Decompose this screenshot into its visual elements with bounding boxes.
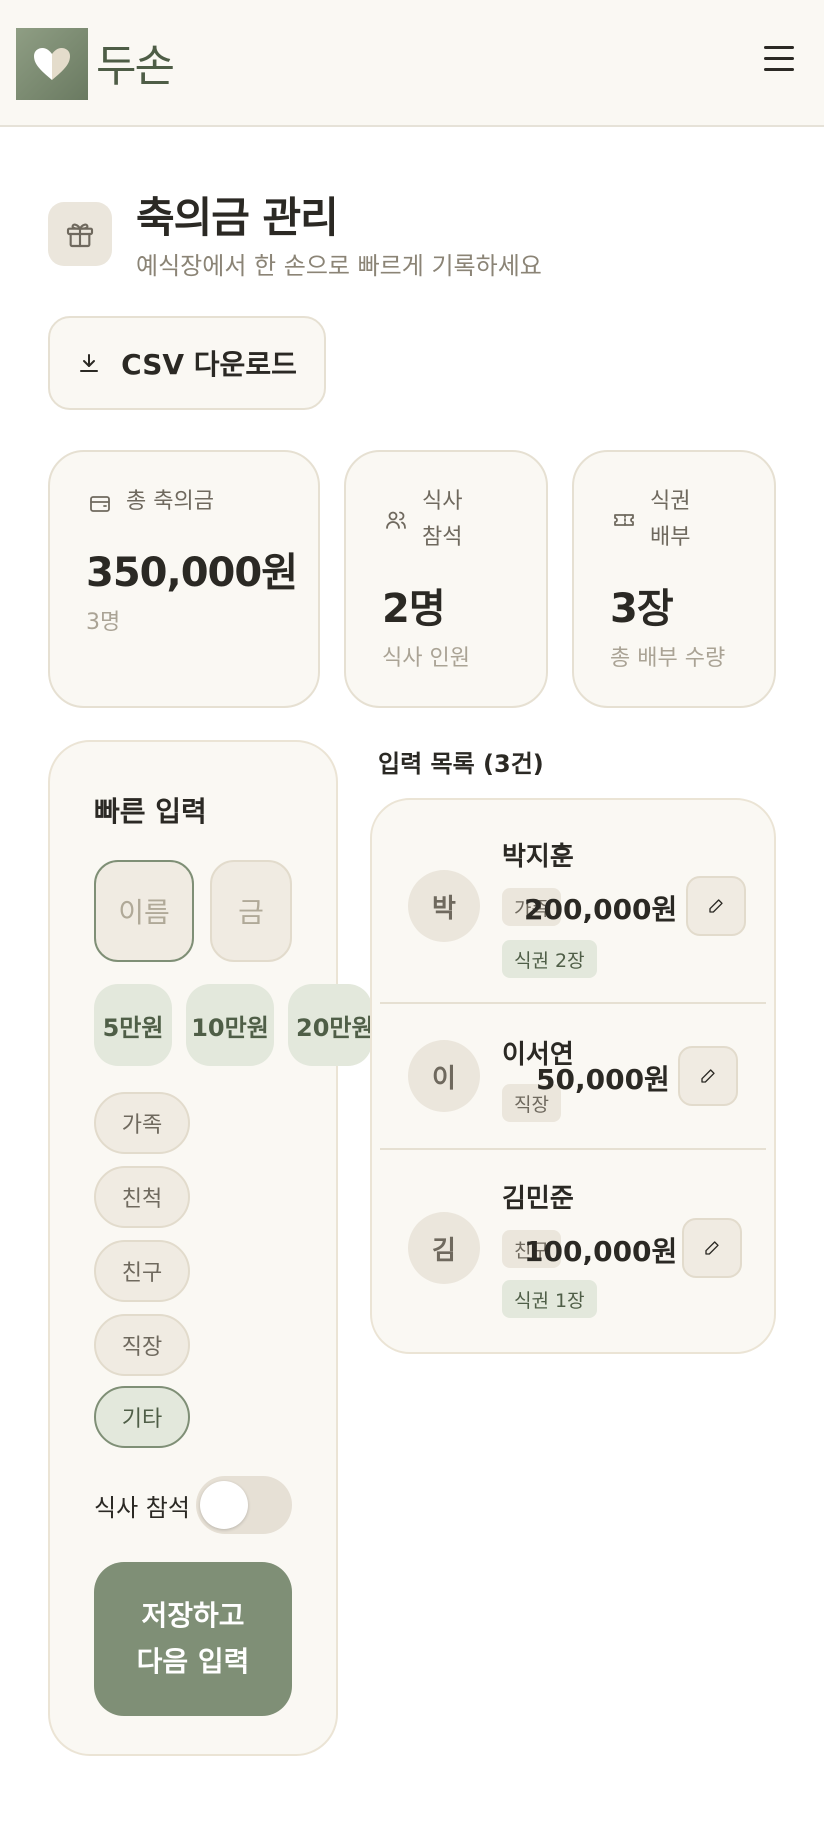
entry-list-title: 입력 목록 (3건) xyxy=(378,750,544,778)
stat-meal-label-1: 식사 xyxy=(422,489,463,514)
relation-pill-family[interactable]: 가족 xyxy=(94,1092,190,1154)
stat-meal-label-2: 참석 xyxy=(422,525,463,550)
relation-pill-work[interactable]: 직장 xyxy=(94,1314,190,1376)
download-icon xyxy=(80,354,99,372)
edit-button[interactable] xyxy=(686,876,746,936)
logo[interactable] xyxy=(16,28,88,100)
stat-total-sub: 3명 xyxy=(86,610,121,635)
edit-button[interactable] xyxy=(682,1218,742,1278)
entry-amount: 50,000원 xyxy=(536,1063,670,1096)
ticket-tag: 식권 2장 xyxy=(502,940,597,978)
stat-total-value: 350,000원 xyxy=(86,550,298,596)
save-next-button[interactable]: 저장하고 다음 입력 xyxy=(94,1562,292,1716)
stat-ticket-value: 3장 xyxy=(610,586,674,632)
list-divider xyxy=(380,1002,766,1004)
stat-ticket-sub: 총 배부 수량 xyxy=(610,646,726,671)
amount-button-50k[interactable]: 5만원 xyxy=(94,984,172,1066)
logo-text: 두손 xyxy=(96,41,175,92)
list-divider xyxy=(380,1148,766,1150)
entry-amount: 100,000원 xyxy=(524,1235,678,1268)
entry-amount: 200,000원 xyxy=(524,893,678,926)
entry-name: 김민준 xyxy=(502,1184,574,1214)
pencil-icon xyxy=(705,1241,719,1255)
avatar: 박 xyxy=(408,870,480,942)
app-header: 두손 xyxy=(0,0,824,127)
csv-download-button[interactable]: CSV 다운로드 xyxy=(48,316,326,410)
relation-pill-other[interactable]: 기타 xyxy=(94,1386,190,1448)
amount-button-200k[interactable]: 20만원 xyxy=(288,984,372,1066)
avatar: 이 xyxy=(408,1040,480,1112)
wallet-icon xyxy=(90,496,110,512)
ticket-tag: 식권 1장 xyxy=(502,1280,597,1318)
page-subtitle: 예식장에서 한 손으로 빠르게 기록하세요 xyxy=(136,252,542,280)
pencil-icon xyxy=(701,1069,715,1083)
stat-meal-value: 2명 xyxy=(382,586,446,632)
stat-meal-sub: 식사 인원 xyxy=(382,646,470,671)
amount-button-100k[interactable]: 10만원 xyxy=(186,984,274,1066)
ticket-icon xyxy=(614,514,634,526)
entry-name: 박지훈 xyxy=(502,842,574,872)
relation-pill-friend[interactable]: 친구 xyxy=(94,1240,190,1302)
page-title: 축의금 관리 xyxy=(136,193,339,242)
hamburger-menu-icon[interactable] xyxy=(764,46,794,76)
avatar: 김 xyxy=(408,1212,480,1284)
heart-logo-icon xyxy=(34,48,70,80)
toggle-knob xyxy=(200,1481,248,1529)
quick-input-title: 빠른 입력 xyxy=(94,795,207,828)
pencil-icon xyxy=(709,899,723,913)
edit-button[interactable] xyxy=(678,1046,738,1106)
relation-pill-relative[interactable]: 친척 xyxy=(94,1166,190,1228)
meal-attend-toggle[interactable] xyxy=(196,1476,292,1534)
name-input[interactable]: 이름 xyxy=(94,860,194,962)
gift-icon xyxy=(48,202,112,266)
csv-download-label: CSV 다운로드 xyxy=(121,348,297,381)
meal-attend-label: 식사 참석 xyxy=(94,1494,190,1522)
users-icon xyxy=(386,511,406,529)
stat-ticket-label-2: 배부 xyxy=(650,525,691,550)
stat-ticket-label-1: 식권 xyxy=(650,489,691,514)
amount-input[interactable]: 금 xyxy=(210,860,292,962)
stat-total-label: 총 축의금 xyxy=(126,489,214,514)
